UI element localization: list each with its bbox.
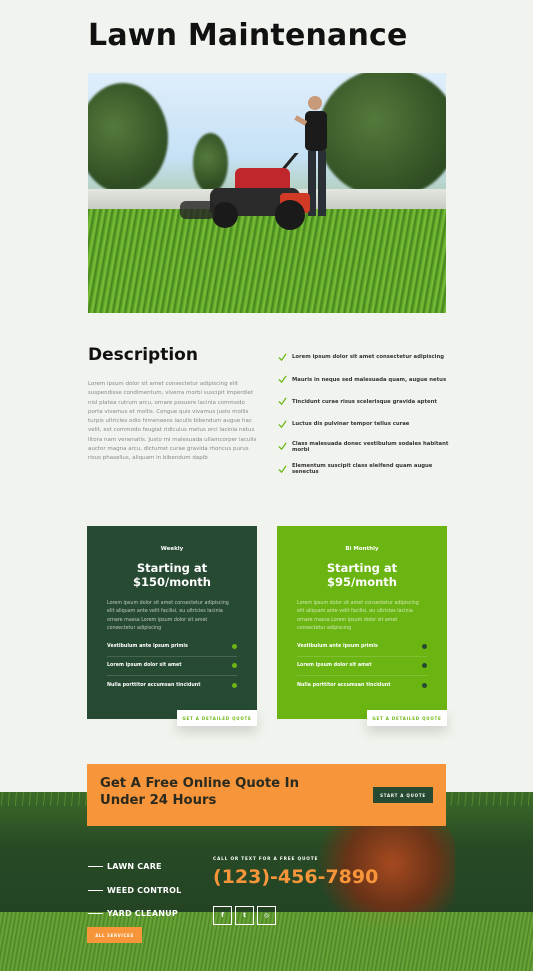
checklist-item-text: Elementum suscipit class eleifend quam a… — [292, 463, 433, 476]
service-label: YARD CLEANUP — [107, 909, 178, 919]
checkmark-icon — [278, 420, 287, 429]
pricing-card-bi-monthly: Bi Monthly Starting at $95/month Lorem i… — [277, 526, 447, 719]
cta-heading: Get A Free Online Quote In Under 24 Hour… — [100, 775, 299, 809]
feature-checklist: Lorem ipsum dolor sit amet consectetur a… — [278, 346, 458, 480]
service-link-yard-cleanup[interactable]: YARD CLEANUP — [88, 902, 181, 926]
cta-heading-line: Get A Free Online Quote In — [100, 776, 299, 791]
pricing-card-weekly: Weekly Starting at $150/month Lorem ipsu… — [87, 526, 257, 719]
checklist-item-text: Mauris in neque sed malesuada quam, augu… — [292, 376, 447, 383]
instagram-icon[interactable]: ◎ — [257, 906, 276, 925]
plan-price: Starting at $95/month — [277, 561, 447, 589]
weekly-quote-button[interactable]: GET A DETAILED QUOTE — [177, 710, 257, 726]
service-link-weed-control[interactable]: WEED CONTROL — [88, 879, 181, 903]
plan-price: Starting at $150/month — [87, 561, 257, 589]
plan-feature: Vestibulum ante ipsum primis — [297, 637, 427, 657]
bullet-dot-icon — [232, 663, 237, 669]
services-list: LAWN CARE WEED CONTROL YARD CLEANUP — [88, 855, 181, 926]
checklist-item-text: Lorem ipsum dolor sit amet consectetur a… — [292, 354, 445, 361]
checkmark-icon — [278, 353, 287, 361]
plan-feature: Vestibulum ante ipsum primis — [107, 637, 237, 657]
checklist-item: Luctus dis pulvinar tempor tellus curae — [278, 413, 458, 435]
plan-frequency: Bi Monthly — [345, 546, 379, 552]
plan-price-label: Starting at — [326, 561, 398, 575]
facebook-icon[interactable]: f — [213, 906, 232, 925]
plan-price-value: $150/month — [133, 575, 211, 589]
plan-feature-text: Nulla porttitor accumsan tincidunt — [297, 683, 391, 689]
service-label: LAWN CARE — [107, 862, 162, 872]
plan-price-label: Starting at — [136, 561, 208, 575]
service-label: WEED CONTROL — [107, 885, 182, 895]
checklist-item: Elementum suscipit class eleifend quam a… — [278, 458, 458, 480]
plan-feature: Nulla porttitor accumsan tincidunt — [297, 676, 427, 696]
plan-feature-text: Vestibulum ante ipsum primis — [107, 643, 188, 649]
phone-number[interactable]: (123)-456-7890 — [213, 866, 378, 888]
dash-icon — [88, 889, 103, 891]
plan-feature-list: Vestibulum ante ipsum primis Lorem ipsum… — [297, 637, 427, 696]
plan-feature-text: Lorem ipsum dolor sit amet — [107, 663, 182, 669]
hero-image-lawn-mower — [88, 73, 446, 313]
bullet-dot-icon — [422, 683, 427, 689]
checkmark-icon — [278, 465, 287, 473]
dash-icon — [88, 913, 103, 915]
service-link-lawn-care[interactable]: LAWN CARE — [88, 855, 181, 879]
checklist-item: Lorem ipsum dolor sit amet consectetur a… — [278, 346, 458, 368]
cta-heading-line: Under 24 Hours — [100, 793, 217, 808]
dash-icon — [88, 866, 103, 868]
plan-feature-text: Lorem ipsum dolor sit amet — [297, 663, 372, 669]
plan-description: Lorem ipsum dolor sit amet consectetur a… — [297, 601, 419, 631]
plan-feature: Lorem ipsum dolor sit amet — [107, 657, 237, 677]
description-heading: Description — [88, 345, 198, 365]
start-quote-button[interactable]: START A QUOTE — [373, 787, 433, 803]
social-links: f t ◎ — [213, 906, 279, 925]
plan-frequency: Weekly — [160, 546, 184, 552]
call-label: CALL OR TEXT FOR A FREE QUOTE — [213, 857, 319, 862]
checklist-item: Mauris in neque sed malesuada quam, augu… — [278, 368, 458, 390]
plan-price-value: $95/month — [327, 575, 397, 589]
checklist-item-text: Luctus dis pulvinar tempor tellus curae — [292, 421, 410, 428]
plan-feature-text: Nulla porttitor accumsan tincidunt — [107, 683, 201, 689]
bi-monthly-quote-button[interactable]: GET A DETAILED QUOTE — [367, 710, 447, 726]
description-text: Lorem ipsum dolor sit amet consectetur a… — [88, 381, 257, 462]
bullet-dot-icon — [232, 683, 237, 689]
plan-feature-list: Vestibulum ante ipsum primis Lorem ipsum… — [107, 637, 237, 696]
checklist-item: Class malesuada donec vestibulum sodales… — [278, 436, 458, 458]
checkmark-icon — [278, 398, 287, 406]
bullet-dot-icon — [232, 643, 237, 649]
bullet-dot-icon — [422, 663, 427, 669]
checklist-item: Tincidunt curae risus scelerisque gravid… — [278, 391, 458, 413]
plan-feature: Nulla porttitor accumsan tincidunt — [107, 676, 237, 696]
bullet-dot-icon — [422, 643, 427, 649]
plan-description: Lorem ipsum dolor sit amet consectetur a… — [107, 601, 229, 631]
all-services-button[interactable]: ALL SERVICES — [87, 927, 142, 943]
checkmark-icon — [278, 375, 287, 384]
quote-cta-banner: Get A Free Online Quote In Under 24 Hour… — [87, 764, 446, 826]
plan-feature: Lorem ipsum dolor sit amet — [297, 657, 427, 677]
plan-feature-text: Vestibulum ante ipsum primis — [297, 643, 378, 649]
lawn-mower-figure — [180, 153, 310, 230]
checklist-item-text: Tincidunt curae risus scelerisque gravid… — [292, 398, 437, 405]
twitter-icon[interactable]: t — [235, 906, 254, 925]
checklist-item-text: Class malesuada donec vestibulum sodales… — [292, 440, 449, 453]
page-title: Lawn Maintenance — [88, 18, 408, 53]
checkmark-icon — [278, 442, 287, 451]
